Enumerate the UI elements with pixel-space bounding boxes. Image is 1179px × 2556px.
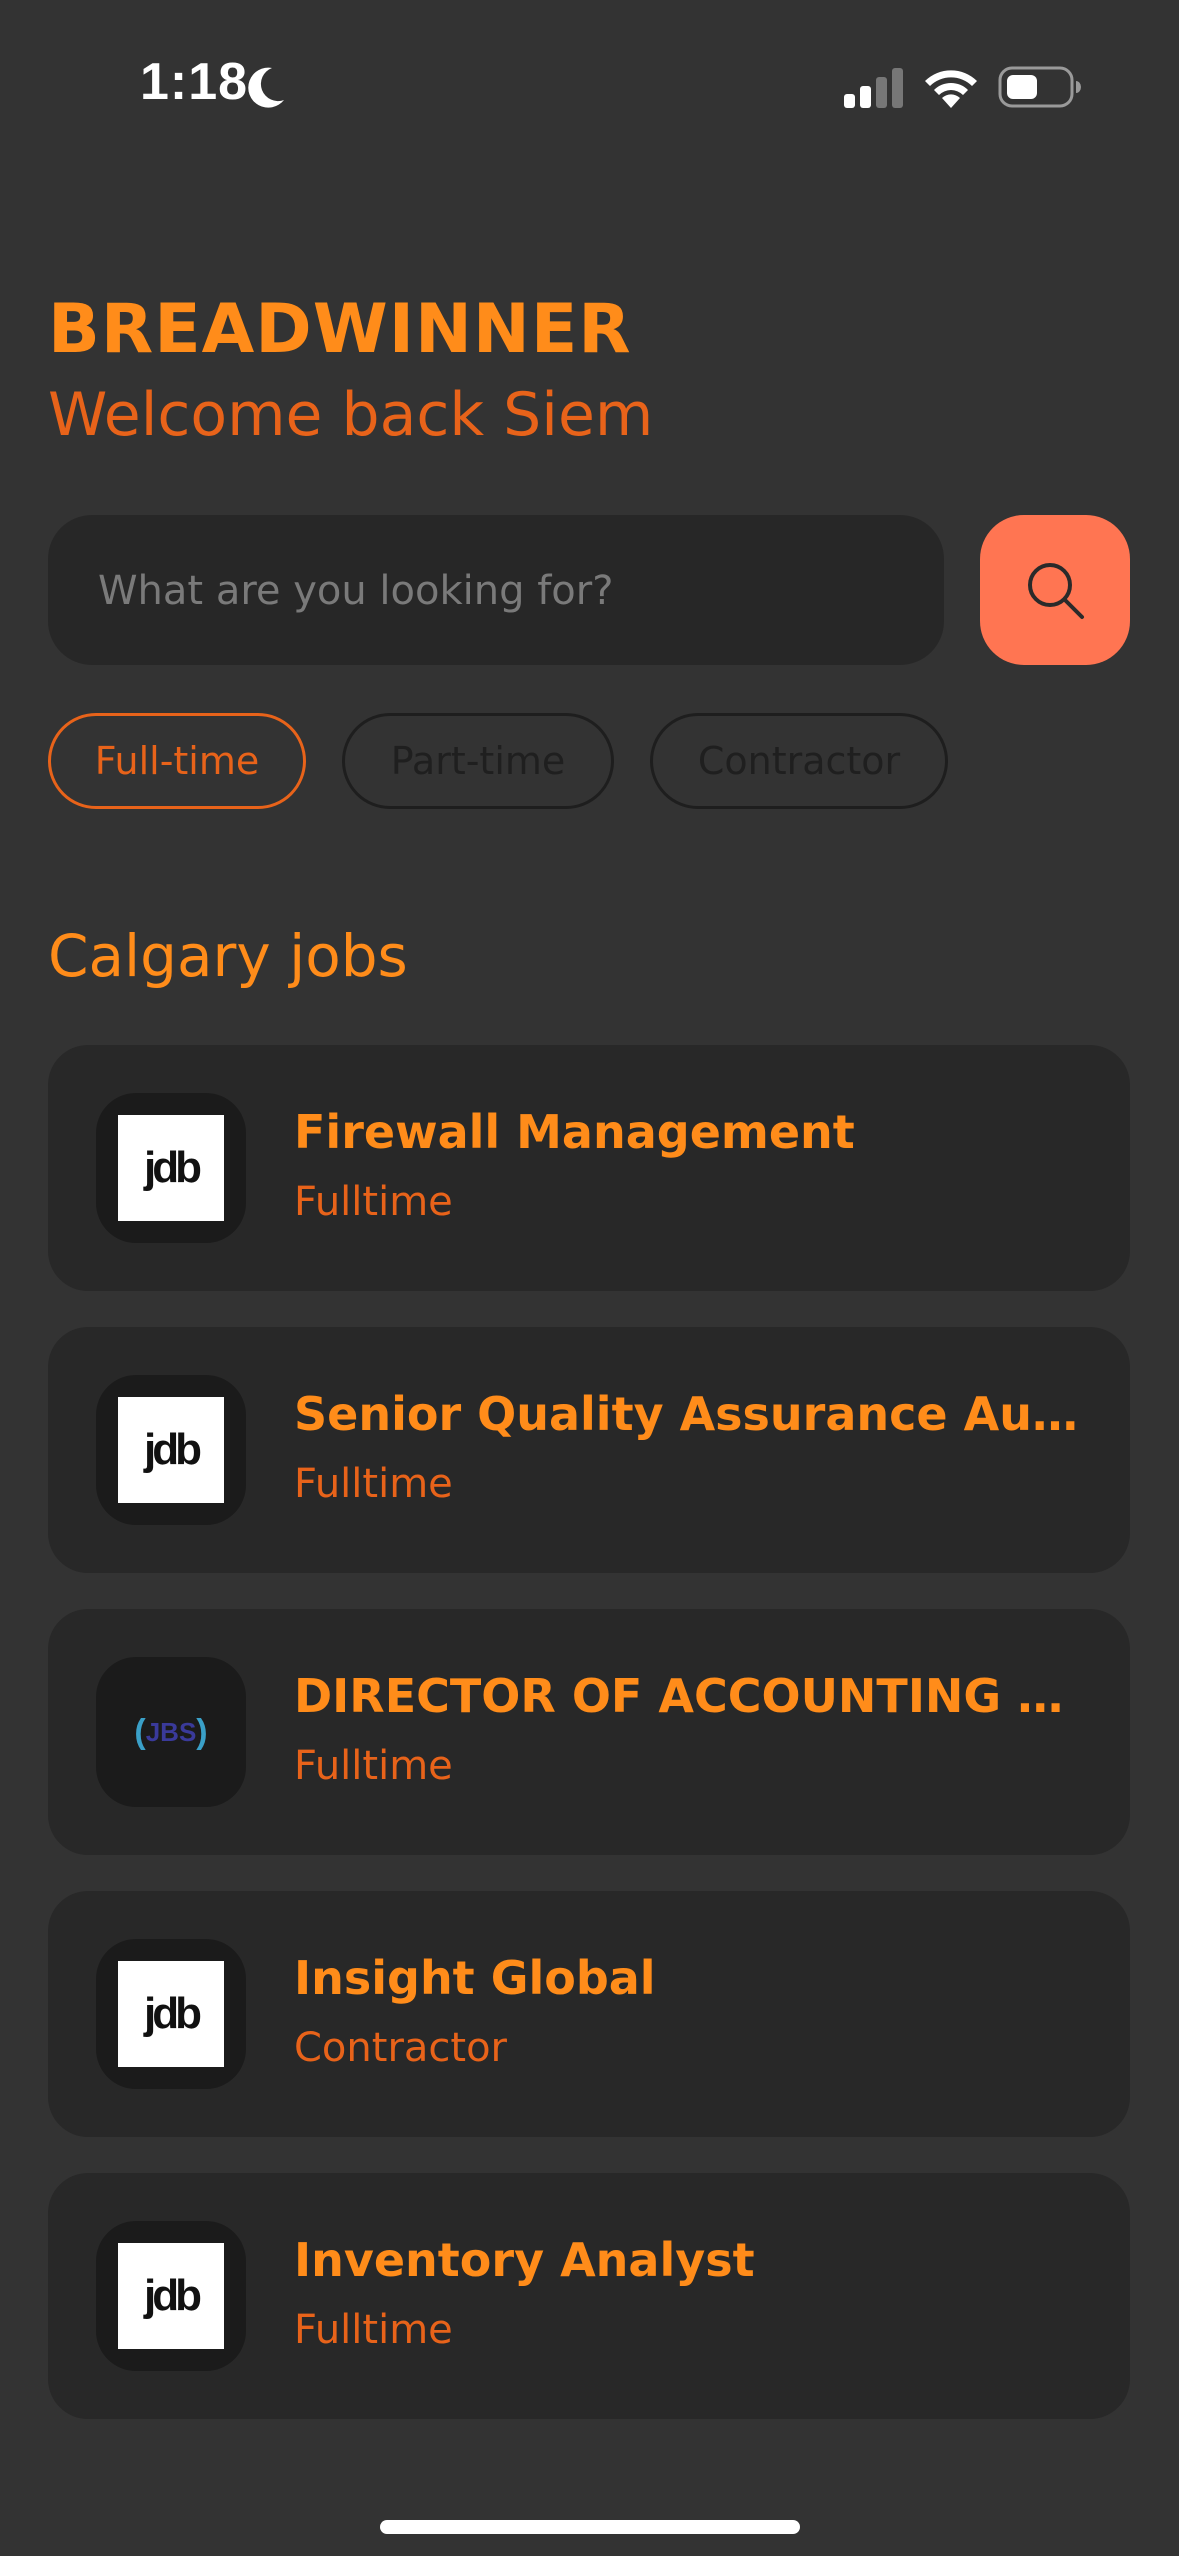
job-type: Fulltime [294,1461,453,1507]
app-brand-title: BREADWINNER [48,290,632,369]
jdb-logo: jdb [118,1397,224,1503]
job-card[interactable]: jdb Senior Quality Assurance Auto... Ful… [48,1327,1130,1573]
filter-chip-parttime[interactable]: Part-time [342,713,614,809]
wifi-icon [925,70,977,108]
company-logo: jdb [96,1375,246,1525]
company-logo: jdb [96,1093,246,1243]
filter-chip-fulltime[interactable]: Full-time [48,713,306,809]
section-title: Calgary jobs [48,922,408,990]
jbs-logo-left-arc: ( [134,1712,146,1751]
job-type: Contractor [294,2025,507,2071]
job-type: Fulltime [294,2307,453,2353]
jdb-logo: jdb [118,1115,224,1221]
job-title: Senior Quality Assurance Auto... [294,1387,1094,1441]
jdb-logo: jdb [118,2243,224,2349]
jbs-logo: (JBS) [118,1679,224,1785]
job-title: DIRECTOR OF ACCOUNTING A... [294,1669,1094,1723]
job-title: Inventory Analyst [294,2233,755,2287]
moon-icon [248,67,284,108]
job-card[interactable]: jdb Insight Global Contractor [48,1891,1130,2137]
job-card[interactable]: jdb Inventory Analyst Fulltime [48,2173,1130,2419]
job-title: Firewall Management [294,1105,855,1159]
job-title: Insight Global [294,1951,656,2005]
job-card[interactable]: (JBS) DIRECTOR OF ACCOUNTING A... Fullti… [48,1609,1130,1855]
company-logo: jdb [96,2221,246,2371]
company-logo: jdb [96,1939,246,2089]
search-box[interactable] [48,515,944,667]
jbs-logo-right-arc: ) [196,1712,208,1751]
home-indicator[interactable] [380,2520,800,2534]
status-time: 1:18 [140,53,249,111]
job-list: jdb Firewall Management Fulltime jdb Sen… [48,1045,1130,2455]
filter-chip-contractor[interactable]: Contractor [650,713,948,809]
jbs-logo-text: JBS [145,1716,197,1747]
company-logo: (JBS) [96,1657,246,1807]
job-type: Fulltime [294,1179,453,1225]
cellular-signal-icon [844,68,903,108]
search-button[interactable] [980,515,1130,665]
search-icon [1028,563,1084,619]
job-type: Fulltime [294,1743,453,1789]
search-input[interactable] [96,515,900,667]
jdb-logo: jdb [118,1961,224,2067]
welcome-message: Welcome back Siem [48,380,654,450]
battery-icon [998,66,1081,108]
status-bar: 1:18 [0,0,1179,170]
job-card[interactable]: jdb Firewall Management Fulltime [48,1045,1130,1291]
